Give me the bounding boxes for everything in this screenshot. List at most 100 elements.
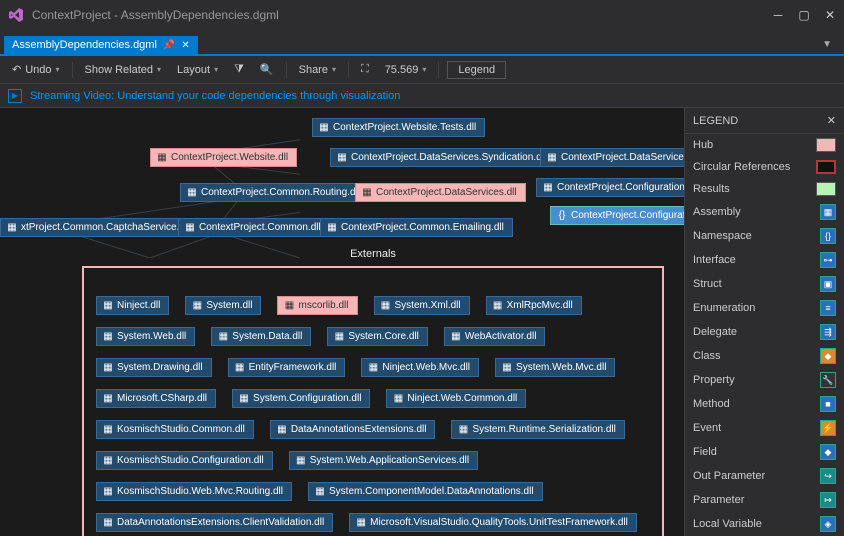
legend-button[interactable]: Legend [447, 61, 506, 79]
search-icon: 🔍 [260, 63, 274, 76]
pin-icon[interactable]: 📌 [163, 40, 175, 51]
external-node[interactable]: ▦KosmischStudio.Web.Mvc.Routing.dll [96, 482, 292, 501]
external-node[interactable]: ▦System.ComponentModel.DataAnnotations.d… [308, 482, 543, 501]
node-metaweblog[interactable]: ▦ContextProject.DataServices.MetaWeblog.… [540, 148, 684, 167]
assembly-icon: ▦ [315, 487, 325, 497]
legend-list: HubCircular ReferencesResultsAssembly▦Na… [685, 134, 844, 536]
type-icon: ⚡ [820, 420, 836, 436]
node-website-tests[interactable]: ▦ContextProject.Website.Tests.dll [312, 118, 485, 137]
swatch-icon [816, 160, 836, 174]
legend-close-icon[interactable]: ✕ [827, 114, 836, 127]
assembly-icon: ▦ [103, 425, 113, 435]
external-node[interactable]: ▦System.Data.dll [211, 327, 311, 346]
graph-canvas[interactable]: ▦ContextProject.Website.Tests.dll ▦Conte… [0, 108, 684, 536]
legend-item[interactable]: Parameter↦ [685, 488, 844, 512]
node-configuration-dll[interactable]: ▦ContextProject.Configuration.dll [536, 178, 684, 197]
node-syndication[interactable]: ▦ContextProject.DataServices.Syndication… [330, 148, 555, 167]
assembly-icon: ▦ [368, 363, 378, 373]
maximize-icon[interactable]: ▢ [798, 9, 810, 21]
legend-item[interactable]: Event⚡ [685, 416, 844, 440]
external-node[interactable]: ▦mscorlib.dll [277, 296, 357, 315]
assembly-icon: ▦ [381, 301, 391, 311]
externals-group[interactable]: Externals ▦Ninject.dll▦System.dll▦mscorl… [82, 266, 664, 536]
fit-button[interactable]: ⛶ [357, 61, 373, 78]
separator [348, 62, 349, 78]
external-node[interactable]: ▦EntityFramework.dll [228, 358, 346, 377]
external-node[interactable]: ▦WebActivator.dll [444, 327, 546, 346]
legend-label: Local Variable [693, 518, 762, 530]
external-node[interactable]: ▦Ninject.dll [96, 296, 169, 315]
type-icon: ▣ [820, 276, 836, 292]
node-common[interactable]: ▦ContextProject.Common.dll [178, 218, 330, 237]
externals-title: Externals [350, 248, 396, 260]
external-node[interactable]: ▦System.Configuration.dll [232, 389, 370, 408]
external-node[interactable]: ▦Ninject.Web.Mvc.dll [361, 358, 479, 377]
legend-item[interactable]: Results [685, 178, 844, 200]
external-node[interactable]: ▦DataAnnotationsExtensions.dll [270, 420, 436, 439]
filter-button[interactable]: ⧩ [230, 61, 248, 78]
external-node[interactable]: ▦System.Xml.dll [374, 296, 470, 315]
legend-item[interactable]: Delegate⇶ [685, 320, 844, 344]
legend-item[interactable]: Assembly▦ [685, 200, 844, 224]
legend-item[interactable]: Circular References [685, 156, 844, 178]
legend-item[interactable]: Local Variable◈ [685, 512, 844, 536]
external-node[interactable]: ▦System.Runtime.Serialization.dll [451, 420, 624, 439]
node-website[interactable]: ▦ContextProject.Website.dll [150, 148, 297, 167]
layout-button[interactable]: Layout ▾ [173, 62, 222, 78]
legend-item[interactable]: Namespace{} [685, 224, 844, 248]
legend-item[interactable]: Class◆ [685, 344, 844, 368]
external-node[interactable]: ▦KosmischStudio.Common.dll [96, 420, 254, 439]
external-node[interactable]: ▦System.dll [185, 296, 261, 315]
legend-item[interactable]: Field◆ [685, 440, 844, 464]
node-configuration[interactable]: {}ContextProject.Configuration [550, 206, 684, 225]
tab-assemblydependencies[interactable]: AssemblyDependencies.dgml 📌 ✕ [4, 36, 198, 54]
legend-item[interactable]: Out Parameter↪ [685, 464, 844, 488]
legend-item[interactable]: Method■ [685, 392, 844, 416]
show-related-button[interactable]: Show Related ▾ [81, 62, 166, 78]
legend-item[interactable]: Enumeration≡ [685, 296, 844, 320]
legend-item[interactable]: Interface⊶ [685, 248, 844, 272]
legend-item[interactable]: Property🔧 [685, 368, 844, 392]
node-emailing[interactable]: ▦ContextProject.Common.Emailing.dll [320, 218, 513, 237]
node-captcha[interactable]: ▦xtProject.Common.CaptchaService.dll [0, 218, 198, 237]
tab-collapse-icon[interactable]: ▼ [818, 35, 836, 54]
tabbar: AssemblyDependencies.dgml 📌 ✕ ▼ [0, 30, 844, 54]
zoom-dropdown[interactable]: 75.569 ▾ [381, 62, 431, 78]
node-dataservices[interactable]: ▦ContextProject.DataServices.dll [355, 183, 526, 202]
external-node[interactable]: ▦System.Drawing.dll [96, 358, 212, 377]
assembly-icon: ▦ [103, 456, 113, 466]
chevron-down-icon: ▾ [157, 65, 161, 74]
minimize-icon[interactable]: ─ [772, 9, 784, 21]
assembly-icon: ▦ [103, 332, 113, 342]
chevron-down-icon: ▾ [56, 65, 60, 74]
undo-button[interactable]: ↶ Undo ▾ [8, 61, 64, 78]
external-node[interactable]: ▦XmlRpcMvc.dll [486, 296, 582, 315]
tab-label: AssemblyDependencies.dgml [12, 39, 157, 51]
legend-item[interactable]: Hub [685, 134, 844, 156]
legend-label: Parameter [693, 494, 744, 506]
external-node[interactable]: ▦KosmischStudio.Configuration.dll [96, 451, 273, 470]
play-icon[interactable]: ▶ [8, 89, 22, 103]
assembly-icon: ▦ [493, 301, 503, 311]
assembly-icon: ▦ [187, 188, 197, 198]
type-icon: 🔧 [820, 372, 836, 388]
external-node[interactable]: ▦DataAnnotationsExtensions.ClientValidat… [96, 513, 333, 532]
share-button[interactable]: Share ▾ [295, 62, 340, 78]
node-label: System.Web.dll [117, 331, 186, 342]
node-routing[interactable]: ▦ContextProject.Common.Routing.dll [180, 183, 369, 202]
search-button[interactable]: 🔍 [256, 61, 278, 78]
external-node[interactable]: ▦Microsoft.CSharp.dll [96, 389, 216, 408]
external-node[interactable]: ▦ System.Web.dll [96, 327, 195, 346]
external-node[interactable]: ▦System.Web.Mvc.dll [495, 358, 615, 377]
type-icon: ⊶ [820, 252, 836, 268]
external-node[interactable]: ▦System.Web.ApplicationServices.dll [289, 451, 478, 470]
external-node[interactable]: ▦System.Core.dll [327, 327, 428, 346]
legend-label: Struct [693, 278, 722, 290]
external-node[interactable]: ▦Ninject.Web.Common.dll [386, 389, 526, 408]
external-node[interactable]: ▦Microsoft.VisualStudio.QualityTools.Uni… [349, 513, 637, 532]
legend-item[interactable]: Struct ▣ [685, 272, 844, 296]
tab-close-icon[interactable]: ✕ [181, 40, 189, 51]
close-icon[interactable]: ✕ [824, 9, 836, 21]
vs-logo-icon [8, 7, 24, 23]
streaming-video-link[interactable]: Streaming Video: Understand your code de… [30, 90, 400, 102]
